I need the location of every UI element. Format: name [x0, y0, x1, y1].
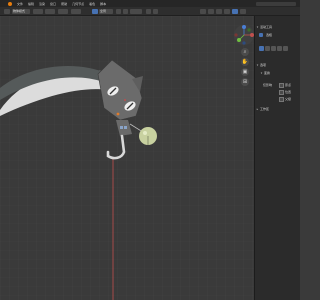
view-menu[interactable] — [33, 9, 43, 14]
workspace-header[interactable]: ▸ 工作区 — [255, 106, 301, 112]
menu-help[interactable]: 帮助 — [61, 2, 67, 6]
select-menu[interactable] — [45, 9, 55, 14]
parents-checkbox[interactable] — [279, 96, 284, 102]
select-invert-icon[interactable] — [277, 46, 282, 51]
options-header[interactable]: ▾ 选项 — [255, 62, 301, 68]
locations-option[interactable]: 位置 — [279, 89, 320, 95]
select-box-icon — [259, 33, 263, 37]
navigation-gizmo[interactable] — [233, 24, 255, 46]
transform-header[interactable]: ▾ 变换 — [259, 70, 305, 76]
shading-material-button[interactable] — [240, 9, 246, 14]
proportional-falloff-button[interactable] — [153, 9, 158, 14]
gizmo-y-axis[interactable] — [237, 38, 241, 42]
workspace-tab-scripting[interactable]: 脚本 — [100, 2, 106, 6]
properties-sidebar: ▾ 活动工具 选框 ▾ 选项 ▾ 变换 仅影响 原点 位置 父级 ▸ 工作区 — [254, 16, 300, 300]
proportional-edit-toggle[interactable] — [146, 9, 151, 14]
parents-option[interactable]: 父级 — [279, 96, 320, 102]
scene-selector[interactable] — [256, 1, 296, 6]
snap-dropdown[interactable] — [130, 9, 142, 14]
gizmo-toggle[interactable] — [208, 9, 214, 14]
menu-file[interactable]: 文件 — [17, 2, 23, 6]
grid-icon[interactable]: ⊞ — [241, 78, 249, 86]
origins-option[interactable]: 原点 — [279, 82, 320, 88]
magnifier-icon[interactable]: ⌕ — [241, 48, 249, 56]
cat-nose — [116, 112, 120, 116]
origin-point — [124, 99, 126, 101]
snap-toggle[interactable] — [123, 9, 128, 14]
add-menu[interactable] — [58, 9, 68, 14]
top-menubar: 文件 编辑 渲染 窗口 帮助 几何节点 着色 脚本 — [0, 0, 300, 7]
bell-model[interactable] — [139, 127, 157, 145]
menu-edit[interactable]: 编辑 — [28, 2, 34, 6]
xray-toggle[interactable] — [224, 9, 230, 14]
blender-logo-icon[interactable] — [8, 1, 12, 6]
camera-icon[interactable]: ▣ — [241, 68, 249, 76]
mode-label: 物体模式 — [13, 9, 26, 13]
select-mode-buttons — [259, 46, 288, 51]
hand-icon[interactable]: ✋ — [241, 58, 249, 66]
shading-solid-button[interactable] — [232, 9, 238, 14]
select-extend-icon[interactable] — [265, 46, 270, 51]
viewport-header: 物体模式 全局 — [0, 7, 300, 16]
overlay-toggle[interactable] — [216, 9, 222, 14]
pivot-button[interactable] — [116, 9, 121, 14]
transform-label: 全局 — [100, 9, 107, 13]
object-menu[interactable] — [71, 9, 81, 14]
active-tool-header[interactable]: ▾ 活动工具 — [255, 24, 301, 30]
gizmo-z-axis[interactable] — [242, 25, 246, 29]
select-tool-row[interactable]: 选框 — [259, 32, 305, 38]
transform-orientation-button[interactable] — [92, 9, 98, 14]
3d-viewport[interactable] — [0, 16, 254, 300]
select-intersect-icon[interactable] — [283, 46, 288, 51]
origins-checkbox[interactable] — [279, 82, 284, 88]
menu-window[interactable]: 窗口 — [50, 2, 56, 6]
workspace-tab-geometry[interactable]: 几何节点 — [72, 2, 84, 6]
viewport-grid — [0, 16, 254, 300]
locations-checkbox[interactable] — [279, 89, 284, 95]
select-new-icon[interactable] — [259, 46, 264, 51]
editor-type-button[interactable] — [4, 9, 10, 14]
menu-render[interactable]: 渲染 — [39, 2, 45, 6]
visibility-button[interactable] — [200, 9, 206, 14]
select-subtract-icon[interactable] — [271, 46, 276, 51]
workspace-tab-shading[interactable]: 着色 — [89, 2, 95, 6]
